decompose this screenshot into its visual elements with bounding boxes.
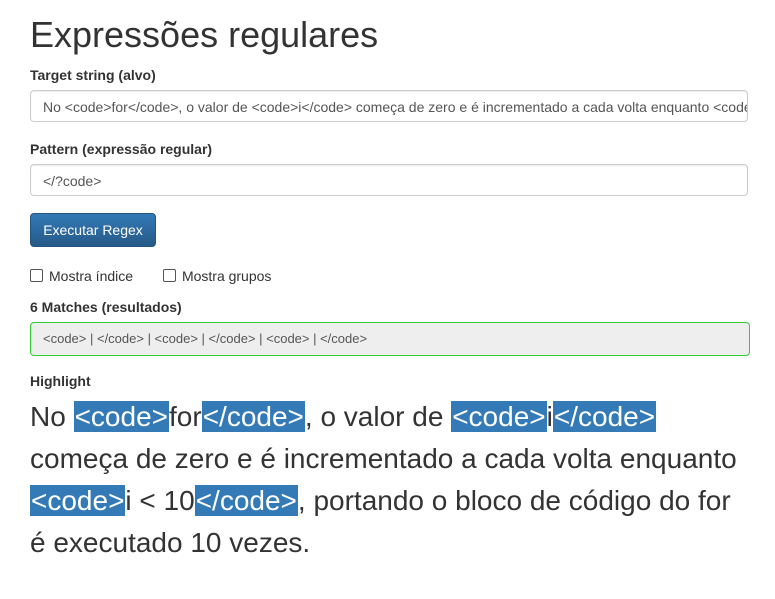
highlight-match: </code> — [201, 401, 305, 432]
highlight-match: </code> — [552, 401, 657, 432]
target-label: Target string (alvo) — [30, 67, 156, 83]
run-regex-button[interactable]: Executar Regex — [30, 213, 156, 247]
highlight-text-segment: , o valor de — [304, 401, 452, 432]
highlight-match: </code> — [194, 485, 298, 516]
highlight-text-segment: começa de zero e é incrementado a cada v… — [30, 443, 737, 474]
highlight-match: <code> — [30, 485, 126, 516]
results-output: <code> | </code> | <code> | </code> | <c… — [30, 322, 750, 356]
highlight-label: Highlight — [30, 373, 91, 389]
show-groups-label: Mostra grupos — [181, 268, 272, 284]
highlight-text-segment: i < 10 — [125, 485, 195, 516]
show-groups-checkbox[interactable] — [162, 269, 176, 282]
show-groups-option[interactable]: Mostra grupos — [162, 268, 272, 284]
pattern-input[interactable]: </?code> — [30, 164, 748, 196]
page-title: Expressões regulares — [30, 14, 379, 55]
pattern-label: Pattern (expressão regular) — [30, 141, 213, 157]
show-index-checkbox[interactable] — [30, 269, 43, 282]
show-index-label: Mostra índice — [49, 268, 134, 284]
show-index-option[interactable]: Mostra índice — [30, 268, 133, 284]
highlight-text-segment: No — [30, 401, 74, 432]
highlight-match: <code> — [73, 401, 169, 432]
highlight-match: <code> — [451, 401, 547, 432]
results-label: 6 Matches (resultados) — [30, 299, 182, 315]
target-input[interactable]: No <code>for</code>, o valor de <code>i<… — [30, 90, 748, 122]
highlight-output: No <code>for</code>, o valor de <code>i<… — [30, 396, 750, 564]
highlight-text-segment: for — [169, 401, 202, 432]
highlight-text-segment: i — [546, 401, 553, 432]
options-row: Mostra índice Mostra grupos — [30, 268, 297, 284]
